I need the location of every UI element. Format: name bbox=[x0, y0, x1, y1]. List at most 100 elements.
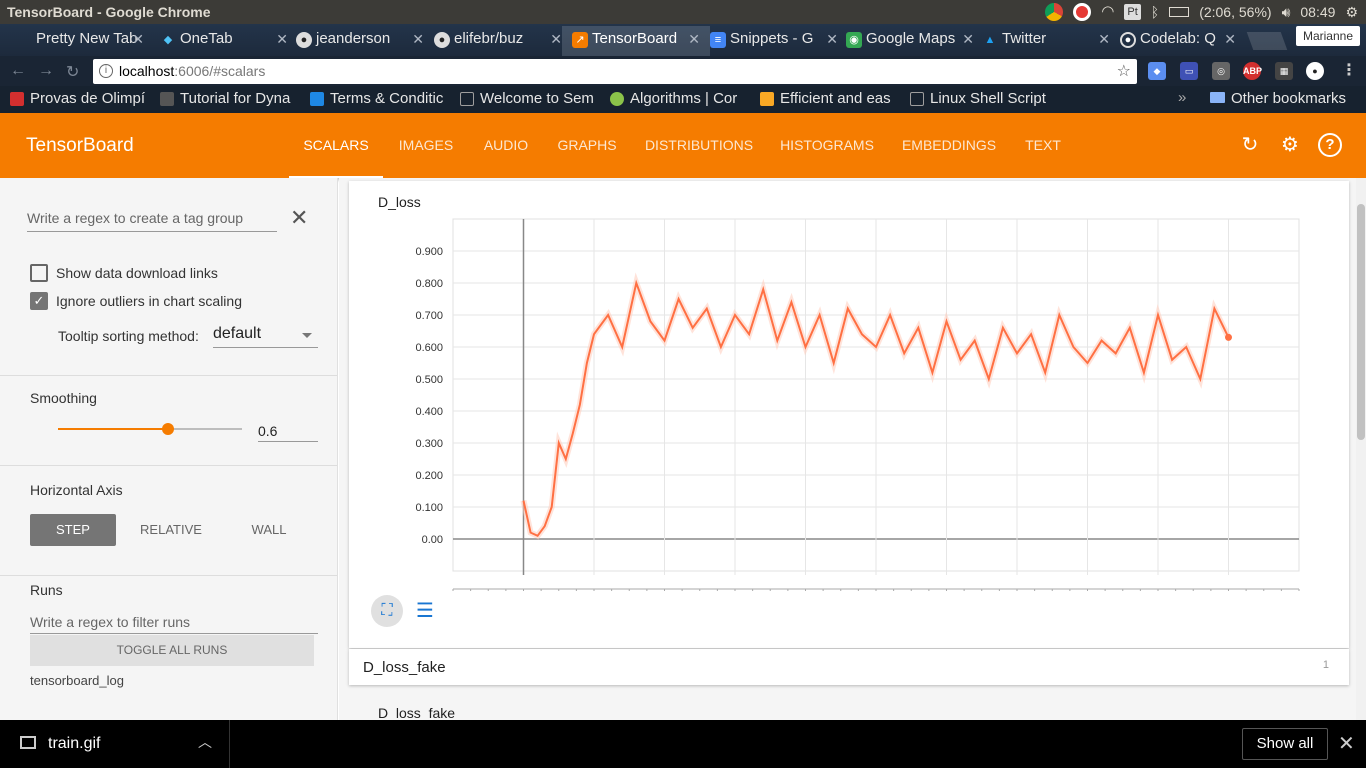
extension-pin-icon[interactable]: ◎ bbox=[1212, 62, 1230, 80]
tab-scalars[interactable]: SCALARS bbox=[289, 113, 383, 178]
tab-twitter[interactable]: ▲ Twitter ✕ bbox=[972, 26, 1120, 56]
toggle-log-scale-icon[interactable]: ☰ bbox=[409, 595, 441, 627]
tab-audio[interactable]: AUDIO bbox=[476, 113, 536, 178]
bookmark-item[interactable]: Efficient and eas bbox=[758, 89, 908, 109]
info-icon[interactable]: i bbox=[99, 64, 113, 78]
close-icon[interactable]: ✕ bbox=[132, 26, 144, 52]
bookmarks-overflow-icon[interactable]: » bbox=[1178, 89, 1186, 106]
forward-icon[interactable]: → bbox=[38, 62, 54, 80]
bookmark-favicon-icon bbox=[460, 92, 474, 106]
extension-badge-icon[interactable]: ▭ bbox=[1180, 62, 1198, 80]
chrome-icon: ● bbox=[1120, 32, 1136, 48]
settings-gear-icon[interactable]: ⚙ bbox=[1345, 0, 1358, 24]
fit-domain-icon[interactable]: ⛶ bbox=[371, 595, 403, 627]
tab-jeanderson[interactable]: ● jeanderson ✕ bbox=[286, 26, 434, 56]
profile-button[interactable]: Marianne bbox=[1295, 26, 1360, 46]
clock[interactable]: 08:49 bbox=[1300, 0, 1335, 24]
chevron-up-icon[interactable]: ︿ bbox=[198, 732, 212, 752]
wifi-icon[interactable]: ◠ bbox=[1101, 0, 1114, 24]
close-downloads-icon[interactable]: ✕ bbox=[1338, 731, 1355, 756]
bookmark-favicon-icon bbox=[10, 92, 24, 106]
tab-histograms[interactable]: HISTOGRAMS bbox=[776, 113, 878, 178]
run-name[interactable]: tensorboard_log bbox=[30, 673, 124, 688]
tab-tensorboard[interactable]: ↗ TensorBoard ✕ bbox=[562, 26, 710, 56]
tab-graphs[interactable]: GRAPHS bbox=[552, 113, 622, 178]
bookmark-star-icon[interactable]: ☆ bbox=[1117, 59, 1131, 84]
tooltip-sorting-value: default bbox=[213, 325, 262, 342]
close-icon[interactable]: ✕ bbox=[1098, 26, 1110, 52]
reload-icon[interactable]: ↻ bbox=[66, 62, 79, 82]
tab-codelab[interactable]: ● Codelab: Q ✕ bbox=[1110, 26, 1246, 56]
collapsed-tag-card[interactable]: D_loss_fake 1 bbox=[349, 649, 1349, 685]
page-scrollbar[interactable] bbox=[1356, 178, 1366, 720]
clear-regex-icon[interactable]: ✕ bbox=[290, 206, 308, 230]
smoothing-title: Smoothing bbox=[30, 390, 97, 406]
show-download-checkbox[interactable] bbox=[30, 264, 48, 282]
bookmark-item[interactable]: Linux Shell Script bbox=[908, 89, 1058, 109]
battery-icon[interactable] bbox=[1169, 7, 1190, 17]
other-bookmarks[interactable]: Other bookmarks bbox=[1210, 89, 1346, 109]
close-icon[interactable]: ✕ bbox=[550, 26, 562, 52]
close-icon[interactable]: ✕ bbox=[1224, 26, 1236, 52]
y-tick-label: 0.100 bbox=[415, 502, 443, 514]
show-all-downloads-button[interactable]: Show all bbox=[1242, 728, 1328, 760]
tab-google-maps[interactable]: ◉ Google Maps ✕ bbox=[836, 26, 984, 56]
show-download-label: Show data download links bbox=[56, 265, 218, 281]
scrollbar-thumb[interactable] bbox=[1357, 204, 1365, 440]
help-icon[interactable]: ? bbox=[1318, 133, 1342, 157]
tab-onetab[interactable]: ◆ OneTab ✕ bbox=[150, 26, 298, 56]
smoothing-slider[interactable] bbox=[58, 422, 242, 436]
bookmark-item[interactable]: Terms & Conditic bbox=[308, 89, 458, 109]
bookmark-favicon-icon bbox=[160, 92, 174, 106]
d-loss-chart[interactable]: 0.00 0.100 0.200 0.300 0.400 0.500 0.600 0.700 0… bbox=[349, 181, 1349, 591]
bluetooth-icon[interactable]: ᛒ bbox=[1151, 0, 1159, 24]
tooltip-sorting-select[interactable]: default bbox=[213, 322, 318, 348]
slider-fill bbox=[58, 428, 169, 430]
adblock-icon[interactable]: ABP bbox=[1243, 62, 1262, 80]
close-icon[interactable]: ✕ bbox=[412, 26, 424, 52]
tab-embeddings[interactable]: EMBEDDINGS bbox=[898, 113, 1000, 178]
battery-status[interactable]: (2:06, 56%) bbox=[1199, 0, 1271, 24]
bookmark-item[interactable]: Provas de Olimpí bbox=[8, 89, 158, 109]
bookmark-item[interactable]: Algorithms | Cor bbox=[608, 89, 758, 109]
address-bar[interactable]: i localhost:6006/#scalars ☆ bbox=[93, 59, 1137, 84]
tab-text[interactable]: TEXT bbox=[1020, 113, 1066, 178]
y-axis-labels: 0.00 0.100 0.200 0.300 0.400 0.500 0.600 0.700 0… bbox=[415, 246, 443, 546]
download-filename: train.gif bbox=[48, 735, 101, 752]
tab-label: elifebr/buz bbox=[454, 30, 524, 47]
bookmark-favicon-icon bbox=[310, 92, 324, 106]
smoothing-value-input[interactable]: 0.6 bbox=[258, 420, 318, 442]
close-icon[interactable]: ✕ bbox=[688, 26, 700, 52]
settings-icon[interactable]: ⚙ bbox=[1278, 133, 1302, 157]
refresh-icon[interactable]: ↻ bbox=[1238, 133, 1262, 157]
haxis-step-button[interactable]: STEP bbox=[30, 514, 116, 546]
extension-grid-icon[interactable]: ▦ bbox=[1275, 62, 1293, 80]
bookmark-item[interactable]: Welcome to Sem bbox=[458, 89, 608, 109]
new-tab-button[interactable] bbox=[1246, 32, 1288, 50]
menu-dots-icon[interactable]: ⋮ bbox=[1340, 62, 1358, 80]
ignore-outliers-checkbox[interactable]: ✓ bbox=[30, 292, 48, 310]
chrome-tray-icon[interactable] bbox=[1045, 3, 1064, 21]
download-item[interactable]: train.gif ︿ bbox=[0, 720, 230, 768]
extension-gem-icon[interactable]: ◆ bbox=[1148, 62, 1166, 80]
tab-snippets[interactable]: ≡ Snippets - G ✕ bbox=[700, 26, 848, 56]
extension-circle-icon[interactable]: ● bbox=[1306, 62, 1324, 80]
slider-knob[interactable] bbox=[162, 423, 175, 435]
app-title: TensorBoard bbox=[26, 135, 134, 156]
tab-pretty-new-tab[interactable]: Pretty New Tab ✕ bbox=[6, 26, 154, 56]
tab-distributions[interactable]: DISTRIBUTIONS bbox=[642, 113, 756, 178]
series-endpoint bbox=[1225, 333, 1232, 341]
runs-filter-input[interactable]: Write a regex to filter runs bbox=[30, 612, 318, 634]
bookmark-item[interactable]: Tutorial for Dyna bbox=[158, 89, 308, 109]
haxis-wall-button[interactable]: WALL bbox=[226, 514, 312, 546]
tab-elifebr[interactable]: ● elifebr/buz ✕ bbox=[424, 26, 572, 56]
stop-tray-icon[interactable] bbox=[1073, 3, 1092, 21]
volume-icon[interactable]: 🔊︎ bbox=[1282, 0, 1291, 24]
docs-icon: ≡ bbox=[710, 32, 726, 48]
tab-images[interactable]: IMAGES bbox=[390, 113, 462, 178]
toggle-all-runs-button[interactable]: TOGGLE ALL RUNS bbox=[30, 635, 314, 666]
tag-group-regex-input[interactable]: Write a regex to create a tag group bbox=[27, 208, 277, 232]
haxis-relative-button[interactable]: RELATIVE bbox=[128, 514, 214, 546]
pt-icon[interactable]: Pt bbox=[1124, 4, 1141, 20]
back-icon[interactable]: ← bbox=[10, 62, 26, 80]
